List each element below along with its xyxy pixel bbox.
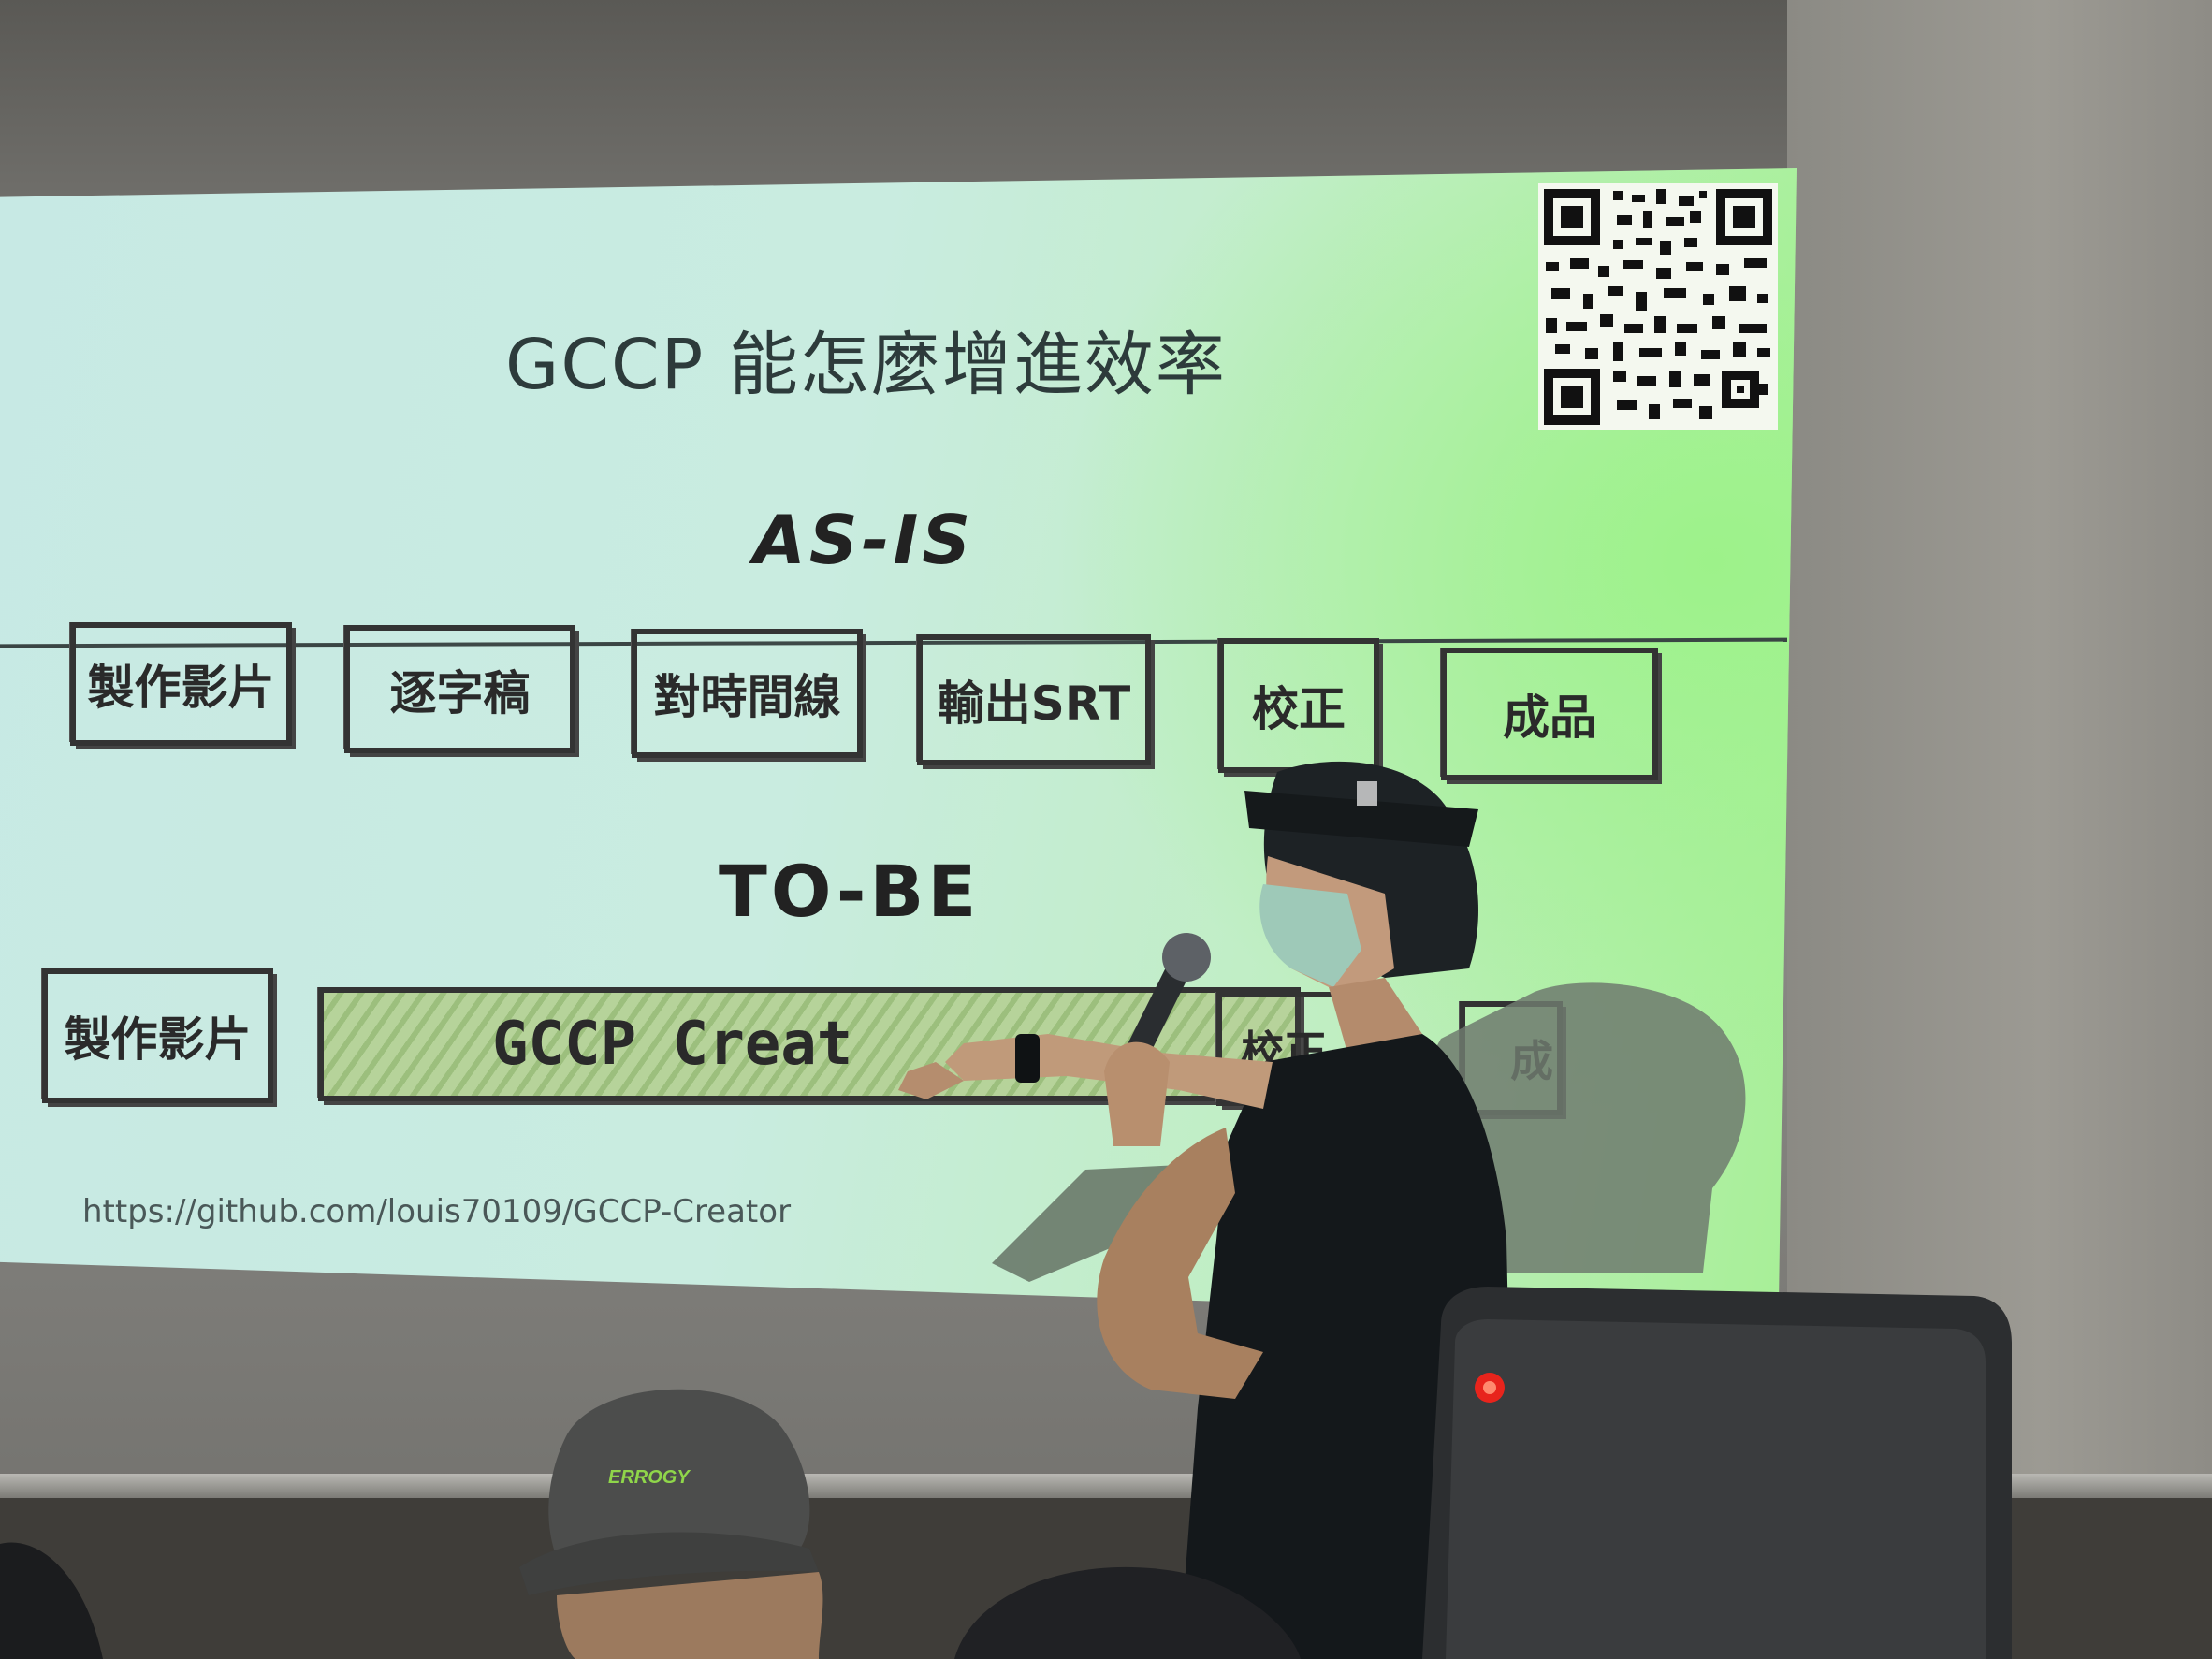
audience-member-left — [0, 1542, 103, 1659]
qr-code — [1538, 183, 1778, 430]
as-is-step-transcript: 逐字稿 — [344, 625, 575, 753]
as-is-step-make-video: 製作影片 — [70, 622, 292, 746]
cap-logo: ERROGY — [608, 1467, 691, 1488]
github-url: https://github.com/louis70109/GCCP-Creat… — [82, 1193, 792, 1230]
slide-title: GCCP 能怎麼增進效率 — [505, 325, 1227, 405]
as-is-step-timeline: 對時間線 — [632, 629, 863, 758]
video-camera — [1422, 1287, 2012, 1659]
to-be-step-make-video: 製作影片 — [42, 968, 273, 1103]
as-is-heading: AS-IS — [753, 501, 975, 579]
as-is-step-export-srt: 輸出SRT — [917, 634, 1151, 765]
audience-member-cap: ERROGY — [519, 1389, 823, 1659]
audience-member-center — [954, 1566, 1301, 1659]
